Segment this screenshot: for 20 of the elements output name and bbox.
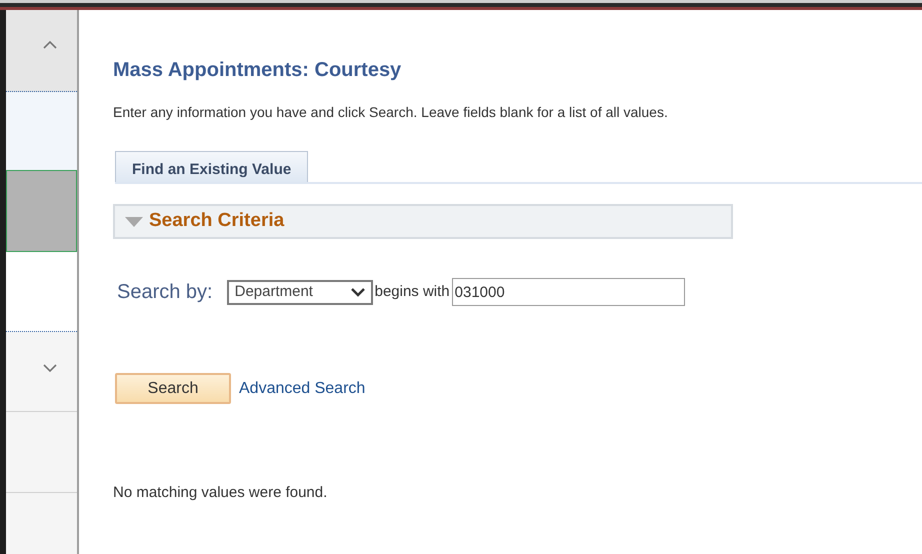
operator-label: begins with [374, 282, 450, 302]
advanced-search-link[interactable]: Advanced Search [239, 376, 366, 400]
chevron-down-icon [350, 288, 365, 296]
scroll-down-button[interactable] [6, 332, 77, 412]
search-by-label: Search by: [117, 280, 213, 305]
search-criteria-header[interactable]: Search Criteria [113, 204, 733, 239]
no-results-message: No matching values were found. [113, 483, 328, 503]
sidebar-item-background [6, 493, 77, 554]
scroll-up-button[interactable] [6, 10, 77, 92]
instructions-text: Enter any information you have and click Search. Leave fields blank for a list of all values. [113, 103, 668, 122]
search-button[interactable]: Search [115, 373, 231, 404]
tab[interactable]: Find an Existing Value [115, 151, 308, 182]
page-title: Mass Appointments: Courtesy [113, 58, 402, 82]
chevron-up-icon [43, 40, 57, 49]
sidebar-item[interactable] [6, 170, 77, 252]
value-field[interactable]: 031000 [452, 278, 685, 306]
triangle-down-icon [125, 216, 143, 226]
field-dropdown[interactable]: Department [226, 280, 373, 304]
chevron-down-icon [43, 364, 57, 373]
sidebar-item[interactable] [6, 92, 77, 170]
